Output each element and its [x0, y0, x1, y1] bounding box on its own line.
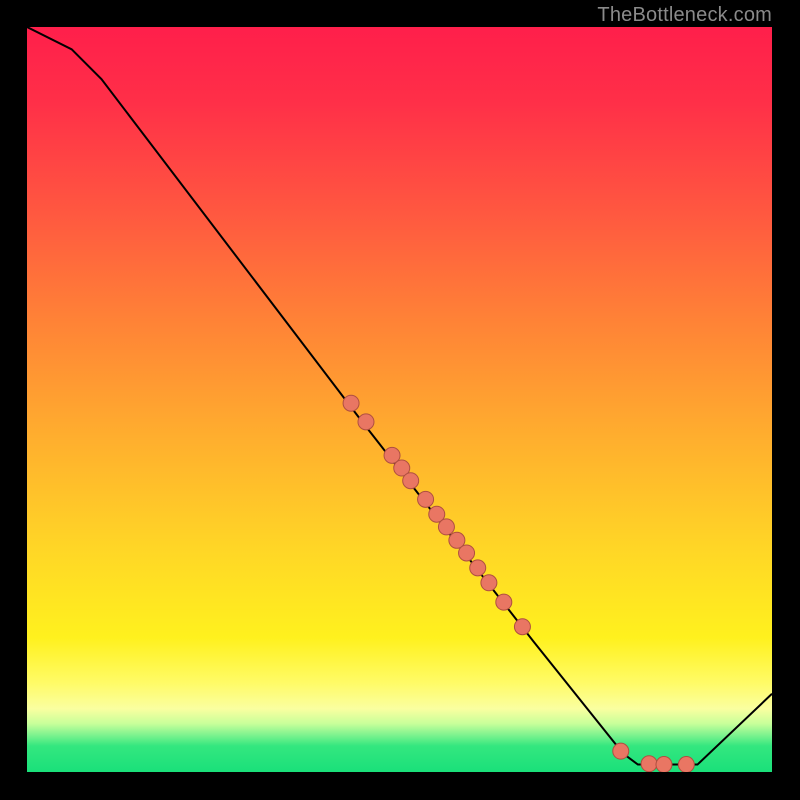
chart-marker — [343, 395, 359, 411]
chart-marker — [514, 619, 530, 635]
chart-marker — [470, 560, 486, 576]
chart-curve — [27, 27, 772, 765]
chart-svg — [27, 27, 772, 772]
chart-marker — [678, 757, 694, 772]
chart-frame: TheBottleneck.com — [0, 0, 800, 800]
chart-marker — [358, 414, 374, 430]
chart-markers — [343, 395, 694, 772]
chart-marker — [418, 491, 434, 507]
plot-area — [27, 27, 772, 772]
chart-marker — [403, 473, 419, 489]
chart-marker — [481, 575, 497, 591]
attribution-text: TheBottleneck.com — [597, 4, 772, 27]
chart-marker — [613, 743, 629, 759]
chart-marker — [459, 545, 475, 561]
chart-marker — [656, 757, 672, 772]
chart-marker — [496, 594, 512, 610]
chart-marker — [641, 756, 657, 772]
chart-marker — [438, 519, 454, 535]
